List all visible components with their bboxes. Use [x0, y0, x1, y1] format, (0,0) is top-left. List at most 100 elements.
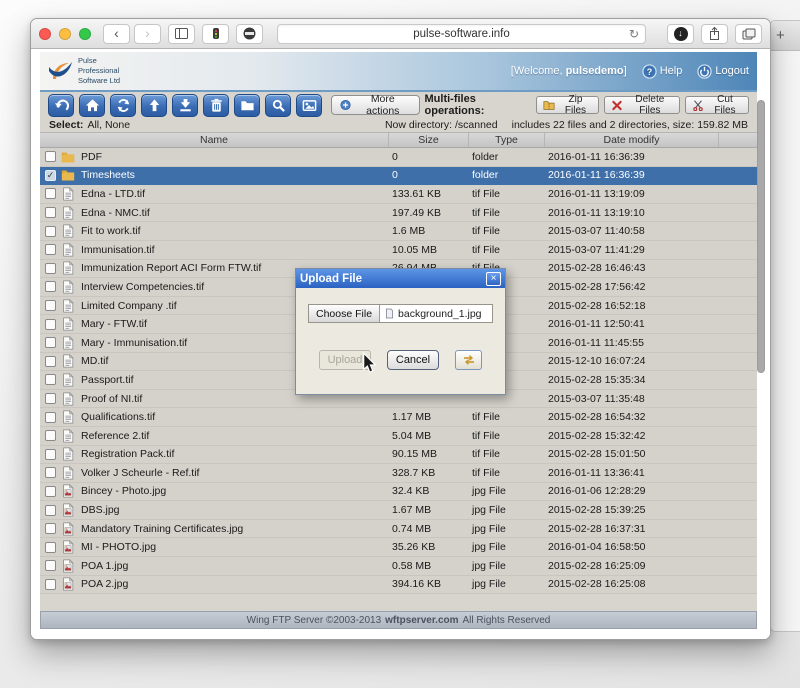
image-viewer-button[interactable] — [296, 94, 322, 117]
window-zoom-button[interactable] — [79, 28, 91, 40]
logout-link[interactable]: Logout — [697, 64, 749, 79]
multi-upload-toggle-button[interactable] — [455, 350, 482, 370]
row-checkbox[interactable] — [45, 337, 56, 348]
table-row[interactable]: Reference 2.tif5.04 MBtif File2015-02-28… — [40, 427, 757, 446]
back-button[interactable] — [48, 94, 74, 117]
table-row[interactable]: Mandatory Training Certificates.jpg0.74 … — [40, 520, 757, 539]
table-row[interactable]: Volker J Scheurle - Ref.tif328.7 KBtif F… — [40, 464, 757, 483]
table-row[interactable]: DBS.jpg1.67 MBjpg File2015-02-28 15:39:2… — [40, 501, 757, 520]
row-checkbox[interactable] — [45, 188, 56, 199]
cancel-button[interactable]: Cancel — [387, 350, 439, 370]
file-input[interactable]: Choose File background_1.jpg — [308, 304, 493, 323]
share-button[interactable] — [701, 24, 728, 44]
file-date: 2016-01-11 16:36:39 — [545, 151, 719, 163]
refresh-button[interactable] — [110, 94, 136, 117]
file-name: Edna - LTD.tif — [81, 188, 145, 200]
row-checkbox[interactable] — [45, 356, 56, 367]
address-bar[interactable]: pulse-software.info ↻ — [277, 24, 646, 44]
row-checkbox[interactable] — [45, 374, 56, 385]
new-folder-button[interactable] — [234, 94, 260, 117]
cut-files-button[interactable]: Cut Files — [685, 96, 749, 114]
file-name: Volker J Scheurle - Ref.tif — [81, 467, 199, 479]
power-icon — [697, 64, 712, 79]
tab-overview-button[interactable] — [735, 24, 762, 44]
table-row[interactable]: Immunisation.tif10.05 MBtif File2015-03-… — [40, 241, 757, 260]
file-date: 2016-01-06 12:28:29 — [545, 485, 719, 497]
file-date: 2016-01-11 13:19:09 — [545, 188, 719, 200]
file-type: jpg File — [469, 578, 545, 590]
background-window-toolbar: + — [771, 21, 800, 51]
row-checkbox[interactable] — [45, 226, 56, 237]
window-minimize-button[interactable] — [59, 28, 71, 40]
table-row[interactable]: ✓Timesheets0folder2016-01-11 16:36:39 — [40, 167, 757, 186]
table-row[interactable]: Qualifications.tif1.17 MBtif File2015-02… — [40, 408, 757, 427]
back-nav-button[interactable]: ‹ — [103, 24, 130, 44]
table-row[interactable]: MI - PHOTO.jpg35.26 KBjpg File2016-01-04… — [40, 538, 757, 557]
file-type: folder — [469, 151, 545, 163]
row-checkbox[interactable] — [45, 449, 56, 460]
column-header-name[interactable]: Name — [40, 133, 389, 147]
choose-file-button[interactable]: Choose File — [309, 305, 380, 322]
svg-text:?: ? — [647, 66, 652, 76]
row-checkbox[interactable] — [45, 542, 56, 553]
extension-1-icon[interactable] — [202, 24, 229, 44]
vertical-scrollbar-thumb[interactable] — [757, 100, 765, 373]
row-checkbox[interactable] — [45, 560, 56, 571]
folder-file-icon — [61, 149, 76, 164]
row-checkbox[interactable] — [45, 412, 56, 423]
table-row[interactable]: Bincey - Photo.jpg32.4 KBjpg File2016-01… — [40, 483, 757, 502]
row-checkbox[interactable] — [45, 393, 56, 404]
row-checkbox[interactable]: ✓ — [45, 170, 56, 181]
column-header-date[interactable]: Date modify — [545, 133, 719, 147]
help-link[interactable]: ? Help — [642, 64, 683, 79]
select-all-none-links[interactable]: All, None — [87, 119, 130, 131]
delete-x-icon — [611, 100, 623, 111]
forward-nav-button[interactable]: › — [134, 24, 161, 44]
table-row[interactable]: POA 1.jpg0.58 MBjpg File2015-02-28 16:25… — [40, 557, 757, 576]
delete-button[interactable] — [203, 94, 229, 117]
table-row[interactable]: Edna - NMC.tif197.49 KBtif File2016-01-1… — [40, 204, 757, 223]
zip-files-button[interactable]: Zip Files — [536, 96, 599, 114]
row-checkbox[interactable] — [45, 300, 56, 311]
tif-file-icon — [61, 279, 76, 294]
file-name: POA 1.jpg — [81, 560, 128, 572]
dialog-close-button[interactable]: × — [486, 272, 501, 286]
row-checkbox[interactable] — [45, 263, 56, 274]
help-icon: ? — [642, 64, 657, 79]
download-button[interactable] — [172, 94, 198, 117]
column-header-type[interactable]: Type — [469, 133, 545, 147]
table-row[interactable]: Registration Pack.tif90.15 MBtif File201… — [40, 446, 757, 465]
more-actions-button[interactable]: More actions — [331, 95, 420, 115]
reload-icon[interactable]: ↻ — [629, 27, 639, 41]
sidebar-toggle-button[interactable] — [168, 24, 195, 44]
file-date: 2015-03-07 11:35:48 — [545, 393, 719, 405]
footer-site-link[interactable]: wftpserver.com — [385, 615, 458, 626]
row-checkbox[interactable] — [45, 244, 56, 255]
row-checkbox[interactable] — [45, 151, 56, 162]
row-checkbox[interactable] — [45, 486, 56, 497]
row-checkbox[interactable] — [45, 579, 56, 590]
row-checkbox[interactable] — [45, 505, 56, 516]
column-header-size[interactable]: Size — [389, 133, 469, 147]
home-button[interactable] — [79, 94, 105, 117]
extension-2-icon[interactable] — [236, 24, 263, 44]
row-checkbox[interactable] — [45, 281, 56, 292]
downloads-button[interactable]: ↓ — [667, 24, 694, 44]
upload-button[interactable] — [141, 94, 167, 117]
delete-files-button[interactable]: Delete Files — [604, 96, 680, 114]
table-header: Name Size Type Date modify — [40, 132, 757, 148]
background-new-tab-button[interactable]: + — [776, 28, 785, 43]
row-checkbox[interactable] — [45, 430, 56, 441]
search-button[interactable] — [265, 94, 291, 117]
table-row[interactable]: Fit to work.tif1.6 MBtif File2015-03-07 … — [40, 222, 757, 241]
row-checkbox[interactable] — [45, 467, 56, 478]
file-size: 32.4 KB — [389, 485, 469, 497]
dialog-title-bar: Upload File × — [296, 269, 505, 288]
row-checkbox[interactable] — [45, 319, 56, 330]
table-row[interactable]: POA 2.jpg394.16 KBjpg File2015-02-28 16:… — [40, 576, 757, 595]
row-checkbox[interactable] — [45, 207, 56, 218]
row-checkbox[interactable] — [45, 523, 56, 534]
window-close-button[interactable] — [39, 28, 51, 40]
table-row[interactable]: PDF0folder2016-01-11 16:36:39 — [40, 148, 757, 167]
table-row[interactable]: Edna - LTD.tif133.61 KBtif File2016-01-1… — [40, 185, 757, 204]
